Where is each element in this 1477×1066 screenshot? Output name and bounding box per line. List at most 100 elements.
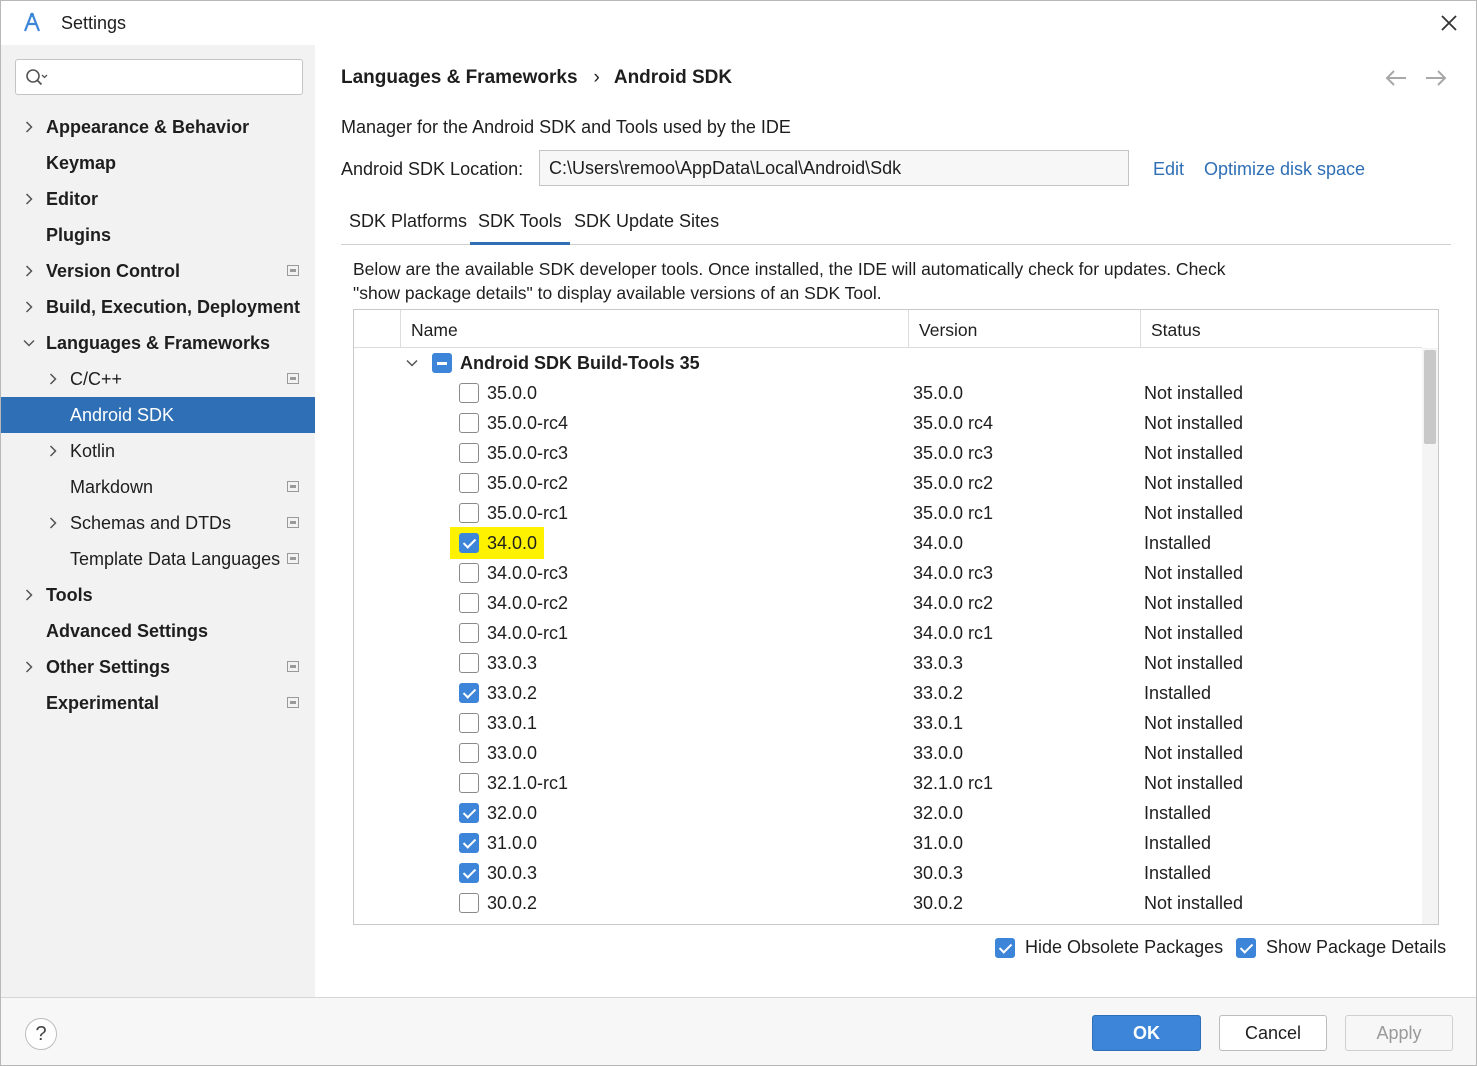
package-checkbox[interactable] [459, 563, 479, 583]
table-row[interactable]: 35.0.0-rc2 35.0.0 rc2 Not installed [354, 468, 1422, 498]
chevron-down-icon[interactable] [406, 357, 418, 369]
sidebar-item[interactable]: Advanced Settings [1, 613, 315, 649]
package-checkbox[interactable] [459, 623, 479, 643]
table-row[interactable]: 35.0.0-rc1 35.0.0 rc1 Not installed [354, 498, 1422, 528]
sidebar-item[interactable]: Template Data Languages [1, 541, 315, 577]
chevron-right-icon[interactable] [47, 517, 59, 529]
ok-button[interactable]: OK [1092, 1015, 1201, 1051]
chevron-right-icon[interactable] [23, 193, 35, 205]
sidebar-item[interactable]: Android SDK [1, 397, 315, 433]
edit-link[interactable]: Edit [1153, 159, 1184, 180]
table-row[interactable]: 35.0.0-rc3 35.0.0 rc3 Not installed [354, 438, 1422, 468]
package-checkbox[interactable] [459, 683, 479, 703]
chevron-right-icon[interactable] [23, 589, 35, 601]
hide-obsolete-option[interactable]: Hide Obsolete Packages [995, 937, 1223, 958]
group-checkbox[interactable] [432, 353, 452, 373]
cell-version: 34.0.0 rc2 [913, 593, 994, 613]
chevron-right-icon[interactable] [23, 265, 35, 277]
package-checkbox[interactable] [459, 893, 479, 913]
sidebar-item[interactable]: C/C++ [1, 361, 315, 397]
project-settings-icon [287, 553, 299, 564]
table-row[interactable]: 35.0.0-rc4 35.0.0 rc4 Not installed [354, 408, 1422, 438]
table-row[interactable]: 34.0.0 34.0.0 Installed [354, 527, 1422, 559]
package-checkbox[interactable] [459, 413, 479, 433]
optimize-disk-space-link[interactable]: Optimize disk space [1204, 159, 1365, 180]
package-checkbox[interactable] [459, 653, 479, 673]
chevron-down-icon[interactable] [23, 337, 35, 349]
table-row[interactable]: 35.0.0 35.0.0 Not installed [354, 378, 1422, 408]
search-input[interactable] [54, 65, 294, 89]
sdk-location-field[interactable]: C:\Users\remoo\AppData\Local\Android\Sdk [539, 150, 1129, 186]
table-row[interactable]: 33.0.2 33.0.2 Installed [354, 678, 1422, 708]
package-checkbox[interactable] [459, 833, 479, 853]
table-row[interactable]: 33.0.1 33.0.1 Not installed [354, 708, 1422, 738]
sidebar-item[interactable]: Keymap [1, 145, 315, 181]
package-checkbox[interactable] [459, 473, 479, 493]
cell-name: 35.0.0 [487, 383, 538, 403]
sidebar-item-label: Plugins [46, 224, 112, 245]
chevron-right-icon[interactable] [23, 661, 35, 673]
package-checkbox[interactable] [459, 773, 479, 793]
tab-sdk-platforms[interactable]: SDK Platforms [341, 211, 475, 245]
table-row[interactable]: 30.0.3 30.0.3 Installed [354, 858, 1422, 888]
package-checkbox[interactable] [459, 863, 479, 883]
table-row[interactable]: 32.0.0 32.0.0 Installed [354, 798, 1422, 828]
column-header-status[interactable]: Status [1140, 310, 1422, 348]
sidebar-item[interactable]: Kotlin [1, 433, 315, 469]
sidebar-item[interactable]: Version Control [1, 253, 315, 289]
sidebar-item[interactable]: Languages & Frameworks [1, 325, 315, 361]
table-row[interactable]: 34.0.0-rc3 34.0.0 rc3 Not installed [354, 558, 1422, 588]
package-checkbox[interactable] [459, 383, 479, 403]
sidebar-item[interactable]: Editor [1, 181, 315, 217]
package-checkbox[interactable] [459, 593, 479, 613]
breadcrumb-parent[interactable]: Languages & Frameworks [341, 67, 578, 89]
table-scrollbar[interactable] [1422, 348, 1438, 924]
cancel-button[interactable]: Cancel [1219, 1015, 1327, 1051]
chevron-right-icon[interactable] [23, 301, 35, 313]
cell-name: 33.0.0 [487, 743, 538, 763]
sidebar-item-label: Keymap [46, 152, 117, 173]
cell-name: 35.0.0-rc1 [487, 503, 569, 523]
package-checkbox[interactable] [459, 443, 479, 463]
chevron-right-icon[interactable] [47, 445, 59, 457]
table-row[interactable]: 32.1.0-rc1 32.1.0 rc1 Not installed [354, 768, 1422, 798]
table-row[interactable]: 30.0.2 30.0.2 Not installed [354, 888, 1422, 918]
package-checkbox[interactable] [459, 713, 479, 733]
sidebar-item[interactable]: Other Settings [1, 649, 315, 685]
scrollbar-thumb[interactable] [1424, 350, 1436, 444]
dialog-footer: ? OK Cancel Apply [1, 997, 1476, 1065]
package-checkbox[interactable] [459, 743, 479, 763]
tab-sdk-update-sites[interactable]: SDK Update Sites [566, 211, 727, 245]
package-checkbox[interactable] [459, 803, 479, 823]
table-group-row[interactable]: Android SDK Build-Tools 35 [354, 348, 1422, 378]
table-row[interactable]: 34.0.0-rc1 34.0.0 rc1 Not installed [354, 618, 1422, 648]
hide-obsolete-checkbox[interactable] [995, 937, 1015, 958]
back-arrow-icon[interactable] [1383, 69, 1409, 87]
chevron-right-icon[interactable] [47, 373, 59, 385]
column-header-version[interactable]: Version [908, 310, 1140, 348]
sidebar-item[interactable]: Build, Execution, Deployment [1, 289, 315, 325]
table-row[interactable]: 34.0.0-rc2 34.0.0 rc2 Not installed [354, 588, 1422, 618]
forward-arrow-icon[interactable] [1423, 69, 1449, 87]
show-details-option[interactable]: Show Package Details [1236, 937, 1446, 958]
table-row[interactable]: 33.0.3 33.0.3 Not installed [354, 648, 1422, 678]
cell-status: Not installed [1144, 623, 1244, 643]
sidebar-item[interactable]: Schemas and DTDs [1, 505, 315, 541]
table-row[interactable]: 33.0.0 33.0.0 Not installed [354, 738, 1422, 768]
package-checkbox[interactable] [459, 503, 479, 523]
package-checkbox[interactable] [459, 533, 479, 553]
table-row[interactable]: 31.0.0 31.0.0 Installed [354, 828, 1422, 858]
search-box[interactable] [15, 59, 303, 95]
tab-sdk-tools[interactable]: SDK Tools [470, 211, 570, 245]
sidebar-item[interactable]: Tools [1, 577, 315, 613]
chevron-right-icon[interactable] [23, 121, 35, 133]
sidebar-item[interactable]: Appearance & Behavior [1, 109, 315, 145]
sidebar-item[interactable]: Markdown [1, 469, 315, 505]
apply-button[interactable]: Apply [1345, 1015, 1453, 1051]
close-icon[interactable] [1431, 7, 1467, 39]
sidebar-item[interactable]: Plugins [1, 217, 315, 253]
sidebar-item[interactable]: Experimental [1, 685, 315, 721]
column-header-name[interactable]: Name [400, 310, 908, 348]
show-details-checkbox[interactable] [1236, 937, 1256, 958]
help-button[interactable]: ? [25, 1018, 57, 1050]
